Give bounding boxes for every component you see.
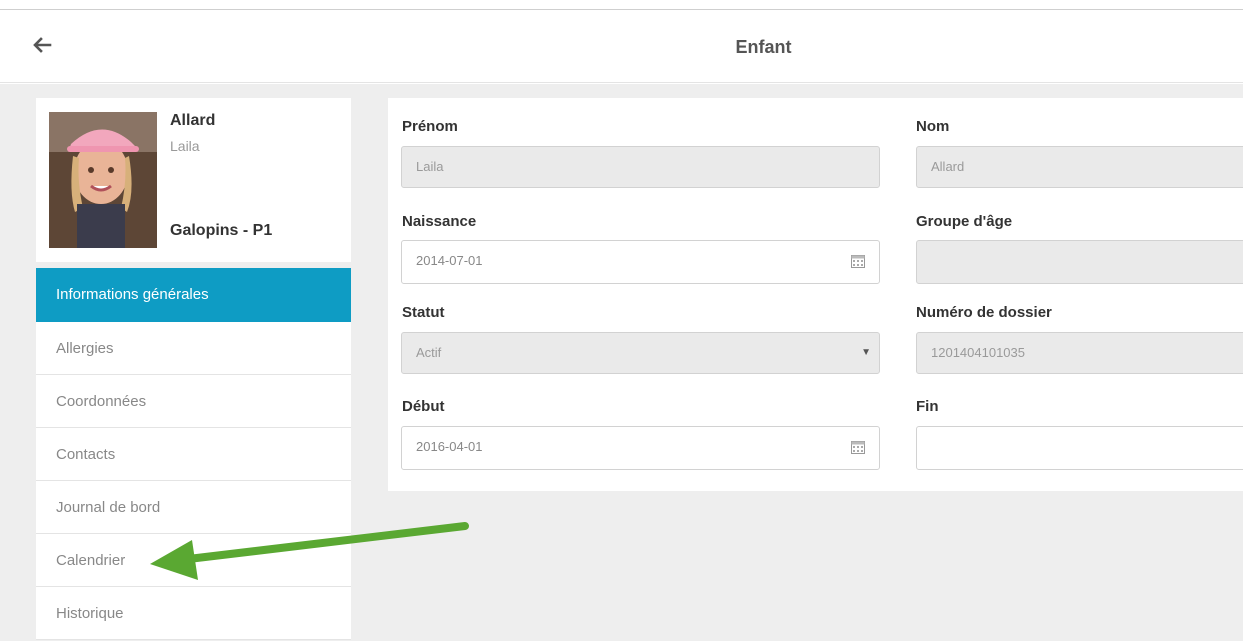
sidebar-item-informations-generales[interactable]: Informations générales xyxy=(36,268,351,322)
app-header: Enfant xyxy=(0,11,1243,83)
groupe-age-label: Groupe d'âge xyxy=(916,213,1013,230)
debut-value: 2016-04-01 xyxy=(416,439,483,454)
groupe-age-field[interactable] xyxy=(916,240,1243,284)
naissance-value: 2014-07-01 xyxy=(416,253,483,268)
numero-dossier-label: Numéro de dossier xyxy=(916,304,1052,321)
child-info-form: Prénom Laila Nom Allard Naissance 2014-0… xyxy=(388,98,1243,491)
sidebar-item-historique[interactable]: Historique xyxy=(36,587,351,640)
prenom-field[interactable]: Laila xyxy=(401,146,880,188)
nom-value: Allard xyxy=(931,159,965,174)
sidebar-menu: Informations générales Allergies Coordon… xyxy=(36,268,351,640)
page-title: Enfant xyxy=(735,37,792,57)
statut-value: Actif xyxy=(416,345,442,360)
calendar-icon[interactable] xyxy=(851,440,865,454)
prenom-value: Laila xyxy=(416,159,444,174)
naissance-field[interactable]: 2014-07-01 xyxy=(401,240,880,284)
prenom-label: Prénom xyxy=(402,118,458,135)
statut-label: Statut xyxy=(402,304,445,321)
sidebar-item-allergies[interactable]: Allergies xyxy=(36,322,351,375)
dropdown-caret-icon: ▼ xyxy=(861,347,871,358)
debut-field[interactable]: 2016-04-01 xyxy=(401,426,880,470)
numero-dossier-value: 1201404101035 xyxy=(931,345,1025,360)
fin-field[interactable] xyxy=(916,426,1243,470)
child-group: Galopins - P1 xyxy=(170,222,273,239)
child-lastname: Allard xyxy=(170,112,216,129)
annotation-arrow-icon xyxy=(150,522,469,580)
child-profile-card: Allard Laila Galopins - P1 xyxy=(36,98,351,262)
child-firstname: Laila xyxy=(170,138,200,154)
numero-dossier-field[interactable]: 1201404101035 xyxy=(916,332,1243,374)
nom-label: Nom xyxy=(916,118,950,135)
calendar-icon[interactable] xyxy=(851,254,865,268)
naissance-label: Naissance xyxy=(402,213,477,230)
sidebar-item-contacts[interactable]: Contacts xyxy=(36,428,351,481)
top-border xyxy=(0,0,1243,10)
child-avatar xyxy=(49,112,157,248)
nom-field[interactable]: Allard xyxy=(916,146,1243,188)
statut-select[interactable]: Actif ▼ xyxy=(401,332,880,374)
debut-label: Début xyxy=(402,398,445,415)
fin-label: Fin xyxy=(916,398,939,415)
sidebar-item-coordonnees[interactable]: Coordonnées xyxy=(36,375,351,428)
main-content: Allard Laila Galopins - P1 Informations … xyxy=(0,84,1243,641)
